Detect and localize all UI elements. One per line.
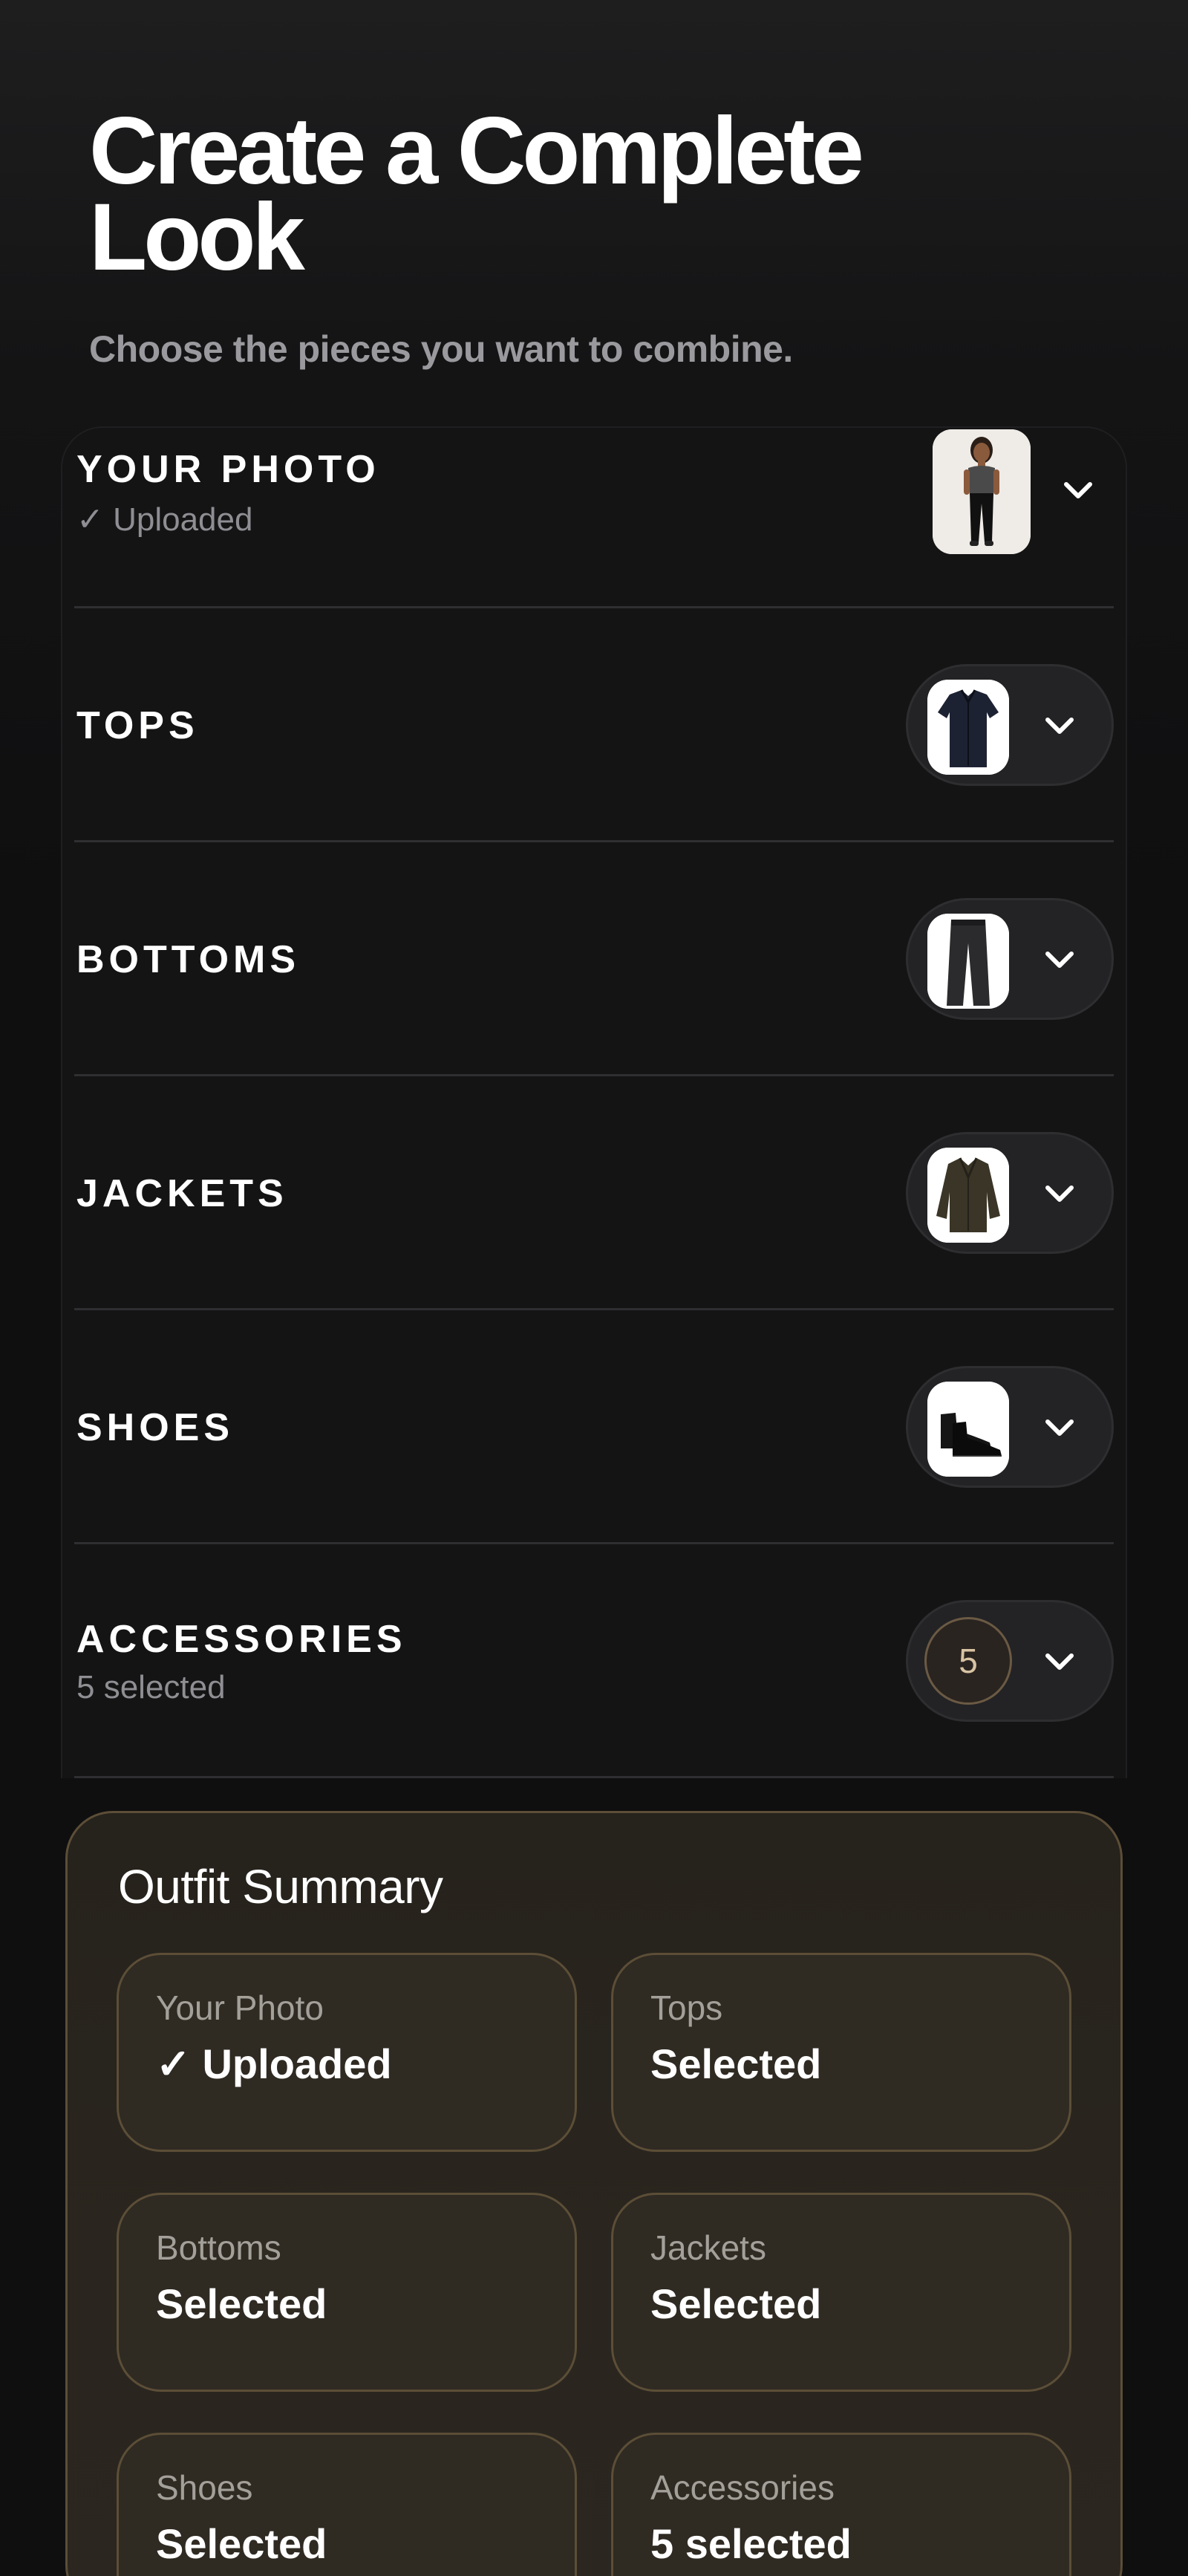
page-title: Create a Complete Look: [89, 98, 864, 290]
summary-card-bottoms: Bottoms Selected: [117, 2193, 577, 2392]
section-label: YOUR PHOTO: [76, 448, 380, 491]
shoes-selector[interactable]: [906, 1366, 1114, 1488]
section-accessories[interactable]: ACCESSORIES 5 selected 5: [74, 1544, 1114, 1778]
section-bottoms[interactable]: BOTTOMS: [74, 842, 1114, 1076]
summary-card-label: Your Photo: [156, 1988, 324, 2027]
chevron-down-icon[interactable]: [1057, 469, 1099, 511]
summary-card-label: Shoes: [156, 2468, 253, 2507]
accessories-status: 5 selected: [76, 1669, 226, 1705]
chevron-down-icon: [1039, 939, 1080, 980]
section-label: BOTTOMS: [76, 938, 301, 981]
accessories-count-badge: 5: [924, 1617, 1012, 1705]
summary-card-jackets: Jackets Selected: [611, 2193, 1071, 2392]
summary-card-label: Accessories: [650, 2468, 835, 2507]
accessories-selector[interactable]: 5: [906, 1600, 1114, 1722]
summary-card-value: 5 selected: [650, 2520, 852, 2567]
summary-card-value: Selected: [650, 2040, 822, 2087]
page: Create a Complete Look Choose the pieces…: [0, 0, 1188, 2576]
summary-title: Outfit Summary: [118, 1860, 443, 1913]
bottoms-selector[interactable]: [906, 898, 1114, 1020]
section-tops[interactable]: TOPS: [74, 608, 1114, 842]
summary-card-accessories: Accessories 5 selected: [611, 2433, 1071, 2576]
chevron-down-icon: [1039, 1173, 1080, 1214]
upload-status: ✓ Uploaded: [76, 501, 253, 538]
jackets-selector[interactable]: [906, 1132, 1114, 1254]
summary-card-value: ✓ Uploaded: [156, 2040, 392, 2087]
section-shoes[interactable]: SHOES: [74, 1310, 1114, 1544]
chevron-down-icon: [1039, 1641, 1080, 1682]
section-jackets[interactable]: JACKETS: [74, 1076, 1114, 1310]
section-label: ACCESSORIES: [76, 1618, 407, 1661]
bottom-thumbnail: [927, 914, 1009, 1009]
top-thumbnail: [927, 680, 1009, 775]
page-subtitle: Choose the pieces you want to combine.: [89, 328, 793, 370]
summary-card-label: Tops: [650, 1988, 723, 2027]
summary-card-value: Selected: [156, 2280, 327, 2327]
section-label: JACKETS: [76, 1172, 288, 1215]
section-your-photo[interactable]: YOUR PHOTO ✓ Uploaded: [74, 426, 1114, 608]
summary-card-value: Selected: [650, 2280, 822, 2327]
shoes-thumbnail: [927, 1382, 1009, 1477]
tops-selector[interactable]: [906, 664, 1114, 786]
summary-card-tops: Tops Selected: [611, 1953, 1071, 2152]
chevron-down-icon: [1039, 705, 1080, 747]
summary-card-label: Jackets: [650, 2228, 766, 2267]
summary-card-label: Bottoms: [156, 2228, 281, 2267]
jacket-thumbnail: [927, 1148, 1009, 1243]
section-label: SHOES: [76, 1406, 235, 1449]
chevron-down-icon: [1039, 1407, 1080, 1448]
user-photo-thumbnail[interactable]: [933, 429, 1031, 554]
summary-card-shoes: Shoes Selected: [117, 2433, 577, 2576]
summary-card-value: Selected: [156, 2520, 327, 2567]
summary-card-your-photo: Your Photo ✓ Uploaded: [117, 1953, 577, 2152]
section-label: TOPS: [76, 704, 199, 747]
outfit-summary: Outfit Summary Your Photo ✓ Uploaded Top…: [65, 1811, 1123, 2576]
